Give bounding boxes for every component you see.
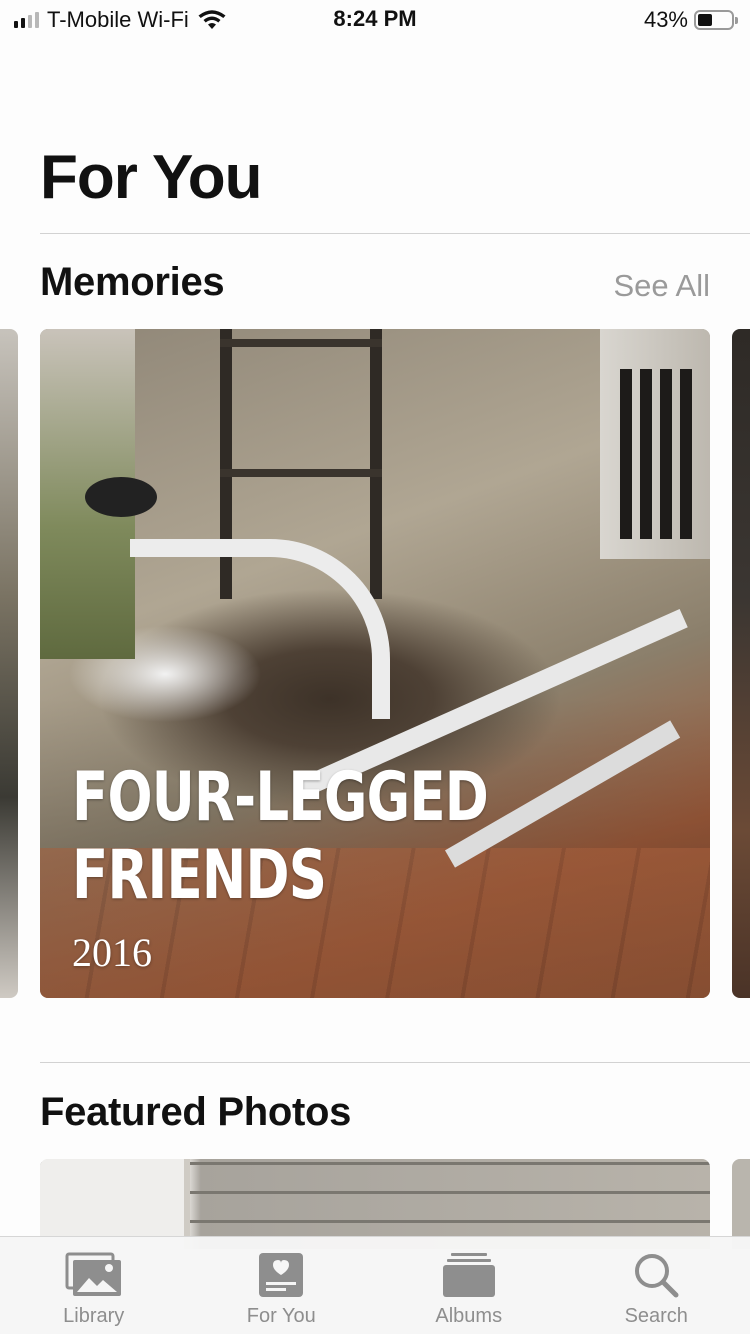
tab-library[interactable]: Library <box>0 1237 188 1334</box>
albums-icon <box>439 1251 499 1299</box>
photo-library-icon <box>64 1251 124 1299</box>
memories-divider <box>40 1062 750 1063</box>
status-bar-right: 43% <box>643 6 738 34</box>
memory-title-line-2: FRIENDS <box>72 836 327 915</box>
search-icon <box>626 1251 686 1299</box>
title-divider <box>40 233 750 234</box>
tab-for-you[interactable]: For You <box>188 1237 376 1334</box>
photos-for-you-screen: T-Mobile Wi-Fi 8:24 PM 43% For You Memor… <box>0 0 750 1334</box>
tab-albums-label: Albums <box>435 1305 503 1327</box>
memory-card-previous[interactable] <box>0 329 18 998</box>
see-all-button[interactable]: See All <box>613 268 710 304</box>
featured-photos-section-title: Featured Photos <box>40 1090 352 1134</box>
battery-percent: 43% <box>643 7 688 32</box>
tab-search-label: Search <box>624 1305 688 1327</box>
status-bar: T-Mobile Wi-Fi 8:24 PM 43% <box>0 0 750 40</box>
memory-year: 2016 <box>72 930 152 975</box>
tab-albums[interactable]: Albums <box>375 1237 563 1334</box>
memory-card[interactable]: FOUR-LEGGED FRIENDS 2016 <box>40 329 710 998</box>
tab-bar: Library For You Albums Search <box>0 1236 750 1334</box>
tab-search[interactable]: Search <box>563 1237 750 1334</box>
memory-title: FOUR-LEGGED FRIENDS <box>72 758 489 915</box>
status-time: 8:24 PM <box>333 6 417 31</box>
for-you-icon <box>251 1251 311 1299</box>
tab-for-you-label: For You <box>246 1305 316 1327</box>
battery-icon <box>694 10 738 30</box>
memories-section-title: Memories <box>40 260 225 304</box>
page-title: For You <box>40 143 262 212</box>
memory-card-next[interactable] <box>732 329 750 998</box>
tab-library-label: Library <box>63 1305 125 1327</box>
battery-fill <box>698 14 712 26</box>
memory-title-line-1: FOUR-LEGGED <box>72 758 489 837</box>
